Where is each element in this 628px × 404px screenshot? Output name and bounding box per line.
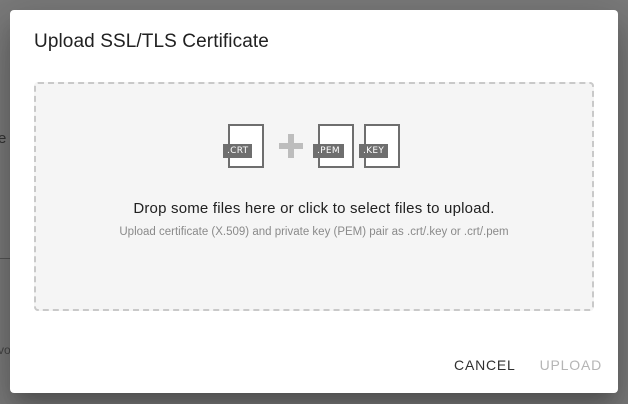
pem-file-icon: .PEM <box>313 124 355 168</box>
upload-certificate-dialog: Upload SSL/TLS Certificate .CRT .PEM .KE… <box>10 10 618 393</box>
crt-file-icon: .CRT <box>223 124 265 168</box>
crt-file-tag: .CRT <box>223 144 253 158</box>
key-file-tag: .KEY <box>359 144 389 158</box>
file-type-icons: .CRT .PEM .KEY <box>36 124 592 168</box>
dialog-title: Upload SSL/TLS Certificate <box>34 31 269 52</box>
dropzone-instructions: Drop some files here or click to select … <box>133 200 495 217</box>
file-dropzone[interactable]: .CRT .PEM .KEY Drop some files here or c… <box>34 82 594 311</box>
background-divider <box>0 258 10 259</box>
key-file-icon: .KEY <box>359 124 401 168</box>
background-partial-text: e <box>0 130 7 147</box>
pem-file-tag: .PEM <box>313 144 344 158</box>
upload-button[interactable]: Upload <box>540 357 602 373</box>
cancel-button[interactable]: Cancel <box>454 357 516 373</box>
dialog-actions: Cancel Upload <box>454 357 602 373</box>
plus-icon <box>279 134 303 158</box>
dropzone-hint: Upload certificate (X.509) and private k… <box>119 226 509 238</box>
